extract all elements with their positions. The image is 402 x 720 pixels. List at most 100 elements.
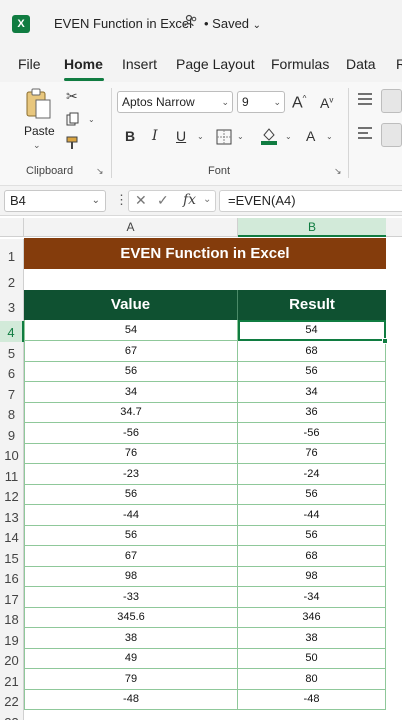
tab-page-layout[interactable]: Page Layout <box>176 56 255 72</box>
result-cell[interactable]: 56 <box>238 525 386 546</box>
result-cell[interactable]: 36 <box>238 402 386 423</box>
tab-file[interactable]: File <box>18 56 41 72</box>
value-cell[interactable]: 98 <box>24 566 238 587</box>
value-cell[interactable]: 34.7 <box>24 402 238 423</box>
row-header[interactable]: 14 <box>0 526 24 547</box>
copy-icon[interactable] <box>66 112 80 129</box>
format-painter-icon[interactable] <box>66 136 82 153</box>
cancel-icon[interactable]: ✕ <box>135 192 147 209</box>
result-cell[interactable]: 34 <box>238 381 386 403</box>
row-header[interactable]: 6 <box>0 362 24 383</box>
value-cell[interactable]: -44 <box>24 504 238 526</box>
row-header[interactable]: 10 <box>0 444 24 465</box>
tab-review-truncated[interactable]: R <box>396 56 402 72</box>
result-cell[interactable]: 56 <box>238 484 386 505</box>
selected-result-cell[interactable]: 54 <box>238 320 386 341</box>
row-header[interactable]: 2 <box>0 270 24 291</box>
result-cell[interactable]: 76 <box>238 443 386 464</box>
value-cell[interactable]: -33 <box>24 586 238 608</box>
document-title[interactable]: EVEN Function in Excel <box>54 16 192 31</box>
row-header[interactable]: 16 <box>0 567 24 588</box>
row-header[interactable]: 1 <box>0 239 24 270</box>
value-cell[interactable]: -56 <box>24 422 238 444</box>
sheet-title-cell[interactable]: EVEN Function in Excel <box>24 238 386 269</box>
result-cell[interactable]: -34 <box>238 586 386 608</box>
value-cell[interactable]: 49 <box>24 648 238 669</box>
insert-function-icon[interactable]: fx <box>183 192 196 208</box>
row-header[interactable]: 7 <box>0 382 24 403</box>
row-header[interactable]: 13 <box>0 505 24 526</box>
row-header[interactable]: 3 <box>0 291 24 321</box>
cut-icon[interactable]: ✂ <box>66 88 78 105</box>
result-cell[interactable]: 56 <box>238 361 386 382</box>
tab-formulas[interactable]: Formulas <box>271 56 329 72</box>
tab-home[interactable]: Home <box>64 56 103 72</box>
row-header[interactable]: 12 <box>0 485 24 506</box>
chevron-down-icon[interactable]: ⌄ <box>203 194 211 205</box>
save-status[interactable]: • Saved ⌄ <box>204 16 261 31</box>
dialog-launcher-icon[interactable]: ↘ <box>334 166 342 177</box>
chevron-down-icon[interactable]: ⌄ <box>237 132 244 141</box>
row-header[interactable]: 22 <box>0 690 24 711</box>
row-header[interactable]: 19 <box>0 628 24 649</box>
align-middle-icon[interactable] <box>381 89 402 113</box>
underline-button[interactable]: U <box>176 128 186 144</box>
formula-input[interactable]: =EVEN(A4) <box>219 190 402 212</box>
row-header[interactable]: 9 <box>0 423 24 444</box>
tab-insert[interactable]: Insert <box>122 56 157 72</box>
value-cell[interactable]: 56 <box>24 361 238 382</box>
grow-font-button[interactable]: A^ <box>292 94 306 112</box>
row-header[interactable]: 20 <box>0 649 24 670</box>
column-header-empty[interactable] <box>386 218 402 237</box>
value-cell[interactable]: 34 <box>24 381 238 403</box>
borders-icon[interactable] <box>216 129 232 148</box>
column-header-b[interactable]: B <box>238 218 386 237</box>
result-cell[interactable]: -48 <box>238 689 386 710</box>
value-cell[interactable]: -48 <box>24 689 238 710</box>
row-header[interactable]: 4 <box>0 321 24 342</box>
font-size-select[interactable]: 9 ⌄ <box>237 91 285 113</box>
value-cell[interactable]: 56 <box>24 484 238 505</box>
dialog-launcher-icon[interactable]: ↘ <box>96 166 104 177</box>
result-cell[interactable]: -44 <box>238 504 386 526</box>
enter-check-icon[interactable]: ✓ <box>157 192 169 209</box>
bold-button[interactable]: B <box>125 128 135 144</box>
row-header[interactable]: 5 <box>0 341 24 362</box>
value-cell[interactable]: 76 <box>24 443 238 464</box>
value-cell[interactable]: 67 <box>24 545 238 567</box>
align-left-icon[interactable] <box>356 126 380 146</box>
paste-button[interactable]: Paste <box>24 124 55 138</box>
chevron-down-icon[interactable]: ⌄ <box>33 140 41 151</box>
result-cell[interactable]: 98 <box>238 566 386 587</box>
font-name-select[interactable]: Aptos Narrow ⌄ <box>117 91 233 113</box>
align-center-icon[interactable] <box>381 123 402 147</box>
result-cell[interactable]: -56 <box>238 422 386 444</box>
result-cell[interactable]: 50 <box>238 648 386 669</box>
result-cell[interactable]: 68 <box>238 545 386 567</box>
chevron-down-icon[interactable]: ⌄ <box>285 132 292 141</box>
value-cell[interactable]: 345.6 <box>24 607 238 628</box>
share-people-icon[interactable] <box>184 14 198 31</box>
chevron-down-icon[interactable]: ⌄ <box>197 132 204 141</box>
font-color-button[interactable]: A <box>306 128 315 144</box>
row-header[interactable]: 15 <box>0 546 24 567</box>
more-options-icon[interactable]: ⋮ <box>115 192 128 208</box>
name-box[interactable]: B4 ⌄ <box>4 190 106 212</box>
result-cell[interactable]: -24 <box>238 463 386 485</box>
chevron-down-icon[interactable]: ⌄ <box>88 115 95 124</box>
value-cell[interactable]: 54 <box>24 320 238 341</box>
fill-color-icon[interactable] <box>260 126 278 149</box>
tab-data[interactable]: Data <box>346 56 376 72</box>
result-cell[interactable]: 80 <box>238 668 386 690</box>
align-top-icon[interactable] <box>356 92 380 112</box>
result-cell[interactable]: 346 <box>238 607 386 628</box>
paste-icon[interactable] <box>24 88 52 120</box>
value-cell[interactable]: 38 <box>24 627 238 649</box>
shrink-font-button[interactable]: Av <box>320 95 333 111</box>
italic-button[interactable]: I <box>152 128 158 144</box>
value-cell[interactable]: 67 <box>24 340 238 362</box>
row-header[interactable]: 23 <box>0 710 24 720</box>
fill-handle[interactable] <box>382 338 388 344</box>
result-cell[interactable]: 38 <box>238 627 386 649</box>
value-header-cell[interactable]: Value <box>24 290 238 320</box>
